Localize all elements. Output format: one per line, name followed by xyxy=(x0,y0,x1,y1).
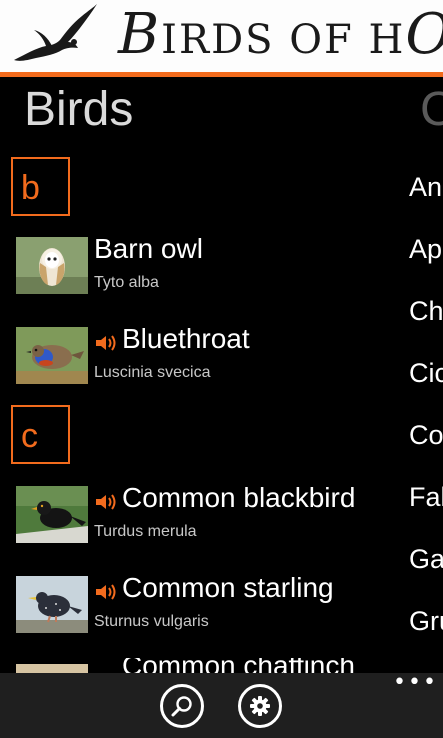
bird-name: Barn owl xyxy=(94,233,203,264)
bird-latin-name: Turdus merula xyxy=(94,523,197,540)
list-item[interactable]: Common starling Sturnus vulgaris xyxy=(16,572,386,636)
bird-latin-name: Luscinia svecica xyxy=(94,364,211,381)
list-item[interactable]: Bluethroat Luscinia svecica xyxy=(16,323,386,387)
search-icon xyxy=(171,696,192,717)
pivot-header-next[interactable]: C xyxy=(420,82,443,137)
more-options-button[interactable]: ••• xyxy=(393,672,436,694)
banner-accent-line xyxy=(0,72,443,77)
bird-thumbnail xyxy=(16,486,88,543)
list-item[interactable]: Barn owl Tyto alba xyxy=(16,233,386,297)
bird-thumbnail-partial[interactable] xyxy=(16,664,88,673)
app-title: BIRDS OF HO xyxy=(118,2,443,67)
sound-icon[interactable] xyxy=(94,581,118,603)
category-item[interactable]: An xyxy=(409,172,443,203)
bird-thumbnail xyxy=(16,327,88,384)
category-item[interactable]: Gru xyxy=(409,606,443,637)
bird-thumbnail xyxy=(16,237,88,294)
pivot-header-current[interactable]: Birds xyxy=(24,82,133,137)
title-rest: IRDS OF H xyxy=(161,17,406,63)
app-bar: ••• xyxy=(0,672,443,738)
bird-name: Common blackbird xyxy=(122,482,356,513)
sound-icon[interactable] xyxy=(94,491,118,513)
group-header-b[interactable]: b xyxy=(11,157,70,216)
header-banner: BIRDS OF HO xyxy=(0,0,443,72)
category-item[interactable]: Cic xyxy=(409,358,443,389)
search-button[interactable] xyxy=(160,684,204,728)
title-initial: B xyxy=(118,2,162,67)
category-item[interactable]: Ga xyxy=(409,544,443,575)
bird-thumbnail xyxy=(16,576,88,633)
app-root: BIRDS OF HO Birds C b Barn owl Tyto alba xyxy=(0,0,443,738)
category-item[interactable]: Co xyxy=(409,420,443,451)
category-item[interactable]: Ch xyxy=(409,296,443,327)
list-item[interactable]: Common blackbird Turdus merula xyxy=(16,482,386,546)
bird-name: Bluethroat xyxy=(122,323,250,354)
bird-latin-name: Sturnus vulgaris xyxy=(94,613,209,630)
eagle-logo-icon xyxy=(14,4,97,61)
bird-latin-name: Tyto alba xyxy=(94,274,159,291)
category-item[interactable]: Ap xyxy=(409,234,443,265)
gear-icon xyxy=(250,696,270,716)
list-item-partial[interactable]: Common chaffinch xyxy=(94,658,394,673)
settings-button[interactable] xyxy=(238,684,282,728)
bird-name: Common chaffinch xyxy=(122,658,355,673)
title-initial-2: O xyxy=(405,2,443,67)
group-header-c[interactable]: c xyxy=(11,405,70,464)
sound-icon[interactable] xyxy=(94,332,118,354)
bird-name: Common starling xyxy=(122,572,334,603)
category-item[interactable]: Fal xyxy=(409,482,443,513)
